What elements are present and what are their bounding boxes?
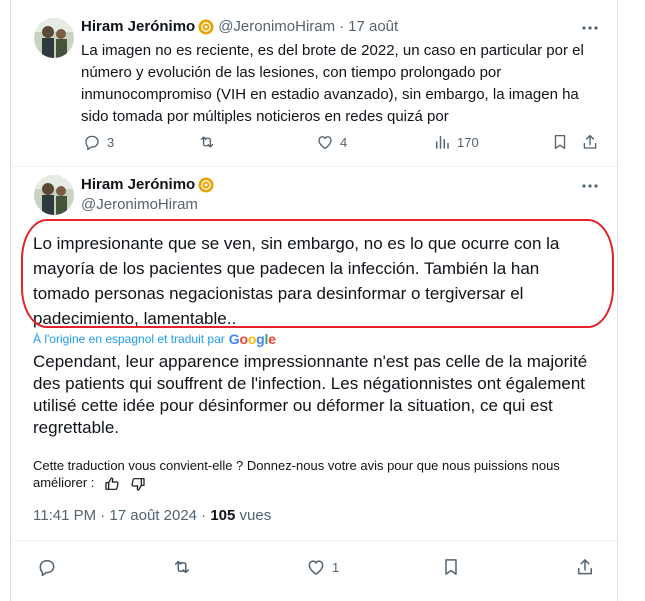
share-button[interactable] <box>581 133 599 151</box>
thumbs-up-icon[interactable] <box>104 476 120 492</box>
avatar[interactable] <box>34 175 74 215</box>
avatar-photo <box>34 18 74 58</box>
bookmark-button[interactable] <box>441 557 461 577</box>
retweet-button[interactable] <box>171 557 193 577</box>
views-count: 170 <box>457 134 479 150</box>
bookmark-icon <box>445 559 457 575</box>
tweet-divider <box>10 166 618 167</box>
tweet-metadata: 11:41 PM · 17 août 2024 · 105 vues <box>33 507 271 524</box>
bookmark-button[interactable] <box>551 133 569 151</box>
verified-org-badge-icon <box>198 177 214 192</box>
more-button[interactable] <box>580 176 600 196</box>
like-count: 1 <box>332 559 340 575</box>
more-icon <box>582 184 598 188</box>
avatar[interactable] <box>34 18 74 58</box>
author-name[interactable]: Hiram Jerónimo <box>81 176 195 193</box>
more-icon <box>582 26 598 30</box>
thumbs-down-icon[interactable] <box>130 476 146 492</box>
tweet2-header: Hiram Jerónimo <box>81 176 214 193</box>
like-button[interactable]: 4 <box>316 133 347 151</box>
retweet-button[interactable] <box>197 133 217 151</box>
translation-note: À l'origine en espagnol et traduit par <box>33 332 225 346</box>
original-tweet-text: Lo impresionante que se ven, sin embargo… <box>33 234 560 328</box>
like-count: 4 <box>340 134 348 150</box>
tweet-time[interactable]: 17 août <box>348 18 398 35</box>
retweet-icon <box>200 136 214 148</box>
like-icon <box>308 560 324 575</box>
retweet-icon <box>175 560 189 574</box>
tweet1-text: La imagen no es reciente, es del brote d… <box>81 42 584 125</box>
views-icon <box>436 136 449 149</box>
translated-tweet-text: Cependant, leur apparence impressionnant… <box>33 352 588 437</box>
author-handle[interactable]: @JeronimoHiram <box>81 196 198 213</box>
bookmark-icon <box>554 134 566 150</box>
translation-attribution[interactable]: À l'origine en espagnol et traduit par G… <box>33 331 276 347</box>
more-button[interactable] <box>580 18 600 38</box>
translation-feedback: Cette traduction vous convient-elle ? Do… <box>33 457 603 492</box>
reply-count: 3 <box>107 134 115 150</box>
tweet1-header: Hiram Jerónimo @JeronimoHiram · 17 août <box>81 18 398 35</box>
timeline-border-right <box>617 0 618 601</box>
tweet-timestamp[interactable]: 11:41 PM · 17 août 2024 · <box>33 507 210 524</box>
reply-button[interactable] <box>37 557 57 577</box>
share-icon <box>583 134 597 149</box>
like-icon <box>318 136 332 150</box>
share-icon <box>578 559 592 575</box>
timeline-border-left <box>10 0 11 601</box>
avatar-photo <box>34 175 74 215</box>
author-name[interactable]: Hiram Jerónimo <box>81 18 195 35</box>
views-button[interactable]: 170 <box>433 133 479 151</box>
reply-icon <box>39 560 55 577</box>
google-logo: Google <box>228 331 276 347</box>
views-count: 105 <box>210 507 236 524</box>
action-bar-divider <box>10 540 618 541</box>
dot-separator: · <box>339 18 345 35</box>
like-button[interactable]: 1 <box>306 557 339 577</box>
author-handle[interactable]: @JeronimoHiram <box>218 18 335 35</box>
reply-icon <box>85 135 99 151</box>
views-label: vues <box>235 507 272 524</box>
reply-button[interactable]: 3 <box>83 133 114 151</box>
verified-org-badge-icon <box>198 19 214 34</box>
share-button[interactable] <box>575 557 595 577</box>
